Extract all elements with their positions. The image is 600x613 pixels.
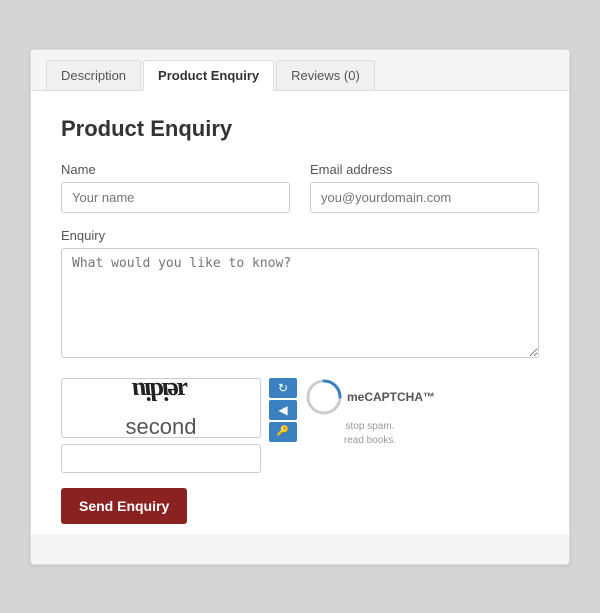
captcha-image-inner: ɹeidiu second — [126, 378, 197, 438]
form-content: Product Enquiry Name Email address Enqui… — [31, 91, 569, 534]
email-group: Email address — [310, 162, 539, 213]
tabs-bar: Description Product Enquiry Reviews (0) — [31, 50, 569, 91]
tab-product-enquiry[interactable]: Product Enquiry — [143, 60, 274, 91]
enquiry-textarea[interactable] — [61, 248, 539, 358]
captcha-image-box: ɹeidiu second — [61, 378, 261, 438]
tab-reviews[interactable]: Reviews (0) — [276, 60, 375, 90]
name-email-row: Name Email address — [61, 162, 539, 213]
email-label: Email address — [310, 162, 539, 177]
captcha-refresh-button[interactable]: ↻ — [269, 378, 297, 398]
send-button-container: Send Enquiry — [61, 488, 539, 524]
enquiry-label: Enquiry — [61, 228, 539, 243]
mecaptcha-logo-container: meCAPTCHA™ — [305, 378, 435, 416]
product-enquiry-card: Description Product Enquiry Reviews (0) … — [30, 49, 570, 565]
email-input[interactable] — [310, 182, 539, 213]
enquiry-group: Enquiry — [61, 228, 539, 358]
captcha-right: meCAPTCHA™ stop spam. read books. — [305, 378, 435, 448]
mecaptcha-read-books: read books. — [344, 435, 396, 446]
captcha-audio-button[interactable]: ◀ — [269, 400, 297, 420]
name-input[interactable] — [61, 182, 290, 213]
captcha-key-button[interactable]: 🔑 — [269, 422, 297, 442]
captcha-controls: ↻ ◀ 🔑 — [269, 378, 297, 442]
captcha-wrapper: ɹeidiu second ↻ ◀ 🔑 — [61, 378, 539, 473]
mecaptcha-icon — [305, 378, 343, 416]
captcha-text-1: ɹeidiu — [132, 378, 189, 406]
captcha-input[interactable] — [61, 444, 261, 473]
name-group: Name — [61, 162, 290, 213]
captcha-text-2: second — [126, 414, 197, 438]
mecaptcha-tagline: stop spam. read books. — [344, 420, 396, 448]
mecaptcha-label: meCAPTCHA™ — [347, 390, 435, 404]
send-enquiry-button[interactable]: Send Enquiry — [61, 488, 187, 524]
mecaptcha-stop-spam: stop spam. — [346, 421, 395, 432]
page-title: Product Enquiry — [61, 116, 539, 142]
tab-description[interactable]: Description — [46, 60, 141, 90]
name-label: Name — [61, 162, 290, 177]
